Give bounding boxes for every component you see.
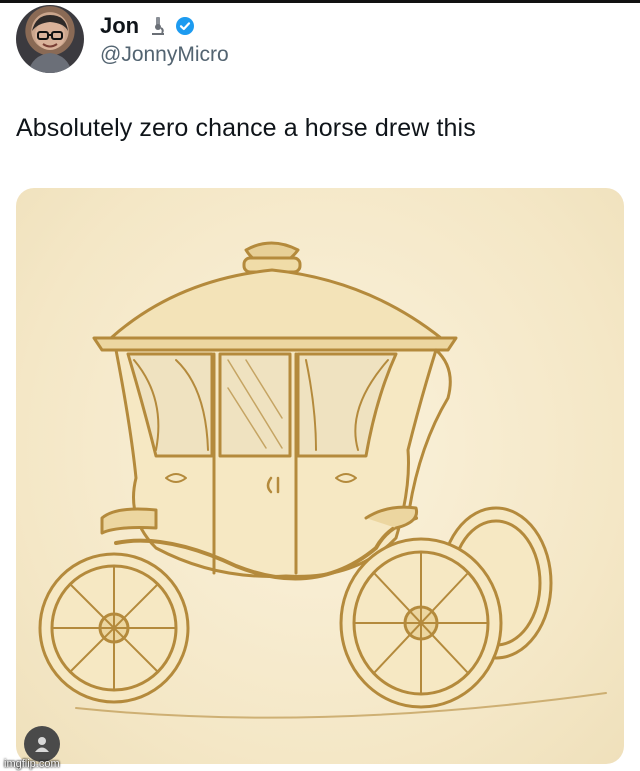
- tweet-header: Jon @JonnyMicro: [16, 4, 229, 74]
- verified-badge-icon: [176, 17, 195, 35]
- microscope-icon: [152, 17, 165, 35]
- tweet-image-carriage[interactable]: [16, 188, 624, 764]
- author-names: Jon @JonnyMicro: [100, 11, 229, 67]
- user-icon: [24, 726, 60, 762]
- top-border: [0, 0, 640, 3]
- user-handle[interactable]: @JonnyMicro: [100, 43, 229, 67]
- watermark: imgflip.com: [4, 758, 60, 770]
- display-name[interactable]: Jon: [100, 13, 139, 39]
- tweet-text: Absolutely zero chance a horse drew this: [16, 114, 476, 142]
- avatar[interactable]: [16, 5, 84, 73]
- carriage-drawing: [38, 241, 607, 719]
